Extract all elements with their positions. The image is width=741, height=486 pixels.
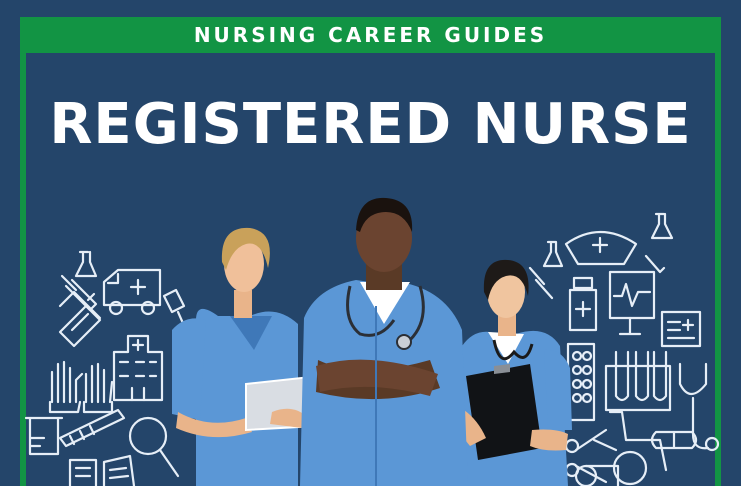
ambulance-icon	[102, 268, 162, 316]
heart-monitor-icon	[608, 270, 656, 336]
nurse-with-tablet	[172, 227, 322, 486]
pill-bottle-icon	[568, 276, 598, 332]
magnifier-icon	[128, 416, 180, 478]
nurse-with-clipboard	[452, 259, 572, 486]
thermometer-icon	[58, 408, 126, 448]
nurse-cap-icon	[564, 231, 638, 266]
id-card-icon	[660, 310, 702, 348]
nurse-arms-crossed	[300, 197, 468, 486]
flask-icon-small	[650, 212, 674, 240]
stethoscope-icon	[678, 362, 720, 452]
cover-graphic: NURSING CAREER GUIDES REGISTERED NURSE	[0, 0, 741, 486]
scissors-icon	[564, 428, 608, 484]
illustration	[24, 197, 720, 486]
flask-icon	[542, 240, 564, 268]
test-tubes-icon	[604, 350, 672, 412]
syringe-icon	[60, 274, 98, 312]
flask-icon	[74, 250, 98, 278]
gloves-icon	[48, 360, 114, 414]
clipboard-icon	[68, 454, 136, 486]
hospital-building-icon	[112, 334, 164, 402]
beaker-icon	[24, 416, 64, 456]
pill-blister-icon	[566, 342, 596, 422]
